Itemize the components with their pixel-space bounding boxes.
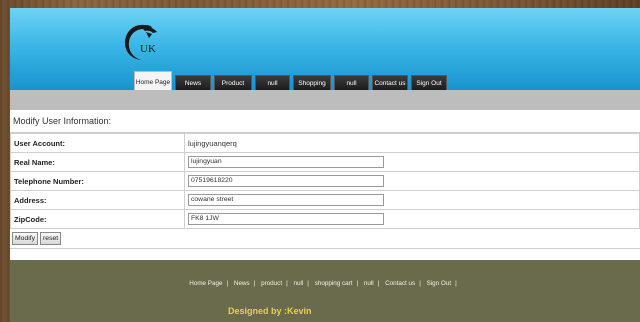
row-real-name: Real Name: lujingyuan bbox=[10, 152, 640, 172]
main-nav: Home Page News Product null Shopping car… bbox=[134, 71, 447, 102]
reset-button[interactable]: reset bbox=[40, 232, 62, 245]
row-telephone: Telephone Number: 07519618220 bbox=[10, 171, 640, 191]
footer-link-null-1[interactable]: null bbox=[293, 280, 303, 287]
footer-link-contact-us[interactable]: Contact us bbox=[385, 280, 415, 287]
label-telephone-number: Telephone Number: bbox=[10, 171, 185, 191]
tab-null-2[interactable]: null bbox=[334, 75, 369, 90]
header: UK Home Page News Product null Shopping … bbox=[10, 8, 640, 102]
tab-contact-us[interactable]: Contact us bbox=[372, 75, 408, 90]
footer-link-sign-out[interactable]: Sign Out bbox=[427, 280, 452, 287]
tab-product[interactable]: Product bbox=[214, 75, 252, 90]
tab-home-page[interactable]: Home Page bbox=[134, 71, 172, 90]
logo: UK bbox=[118, 22, 164, 68]
label-user-account: User Account: bbox=[10, 133, 185, 153]
modify-button[interactable]: Modify bbox=[12, 232, 39, 245]
tab-null-1[interactable]: null bbox=[255, 75, 290, 90]
page: UK Home Page News Product null Shopping … bbox=[10, 8, 640, 322]
form-actions: Modify reset bbox=[10, 229, 640, 249]
footer-link-news[interactable]: News bbox=[234, 280, 250, 287]
tab-shopping-cart[interactable]: Shopping cart bbox=[293, 75, 331, 102]
row-address: Address: cowane street bbox=[10, 190, 640, 210]
footer-link-home-page[interactable]: Home Page bbox=[189, 280, 222, 287]
form-table: User Account: lujingyuanqerq Real Name: … bbox=[10, 133, 640, 229]
tab-news[interactable]: News bbox=[175, 75, 211, 90]
footer-link-shopping-cart[interactable]: shopping cart bbox=[315, 280, 353, 287]
zipcode-input[interactable]: FK8 1JW bbox=[188, 213, 384, 225]
label-zipcode: ZipCode: bbox=[10, 209, 185, 229]
footer: Home Page | News | product | null | shopping… bbox=[10, 260, 640, 322]
designer-credit: Designed by :Kevin bbox=[228, 306, 312, 316]
modify-user-form: Modify User Information: User Account: l… bbox=[10, 110, 640, 260]
label-address: Address: bbox=[10, 190, 185, 210]
form-title: Modify User Information: bbox=[10, 110, 640, 133]
row-user-account: User Account: lujingyuanqerq bbox=[10, 133, 640, 153]
row-zipcode: ZipCode: FK8 1JW bbox=[10, 209, 640, 229]
telephone-input[interactable]: 07519618220 bbox=[188, 175, 384, 187]
footer-link-null-2[interactable]: null bbox=[364, 280, 374, 287]
footer-link-product[interactable]: product bbox=[261, 280, 282, 287]
footer-nav: Home Page | News | product | null | shopping… bbox=[189, 280, 457, 287]
value-user-account: lujingyuanqerq bbox=[184, 133, 640, 153]
label-real-name: Real Name: bbox=[10, 152, 185, 172]
nav-underline-band bbox=[10, 90, 640, 110]
tab-sign-out[interactable]: Sign Out bbox=[411, 75, 447, 90]
real-name-input[interactable]: lujingyuan bbox=[188, 156, 384, 168]
logo-text: UK bbox=[140, 43, 156, 55]
address-input[interactable]: cowane street bbox=[188, 194, 384, 206]
